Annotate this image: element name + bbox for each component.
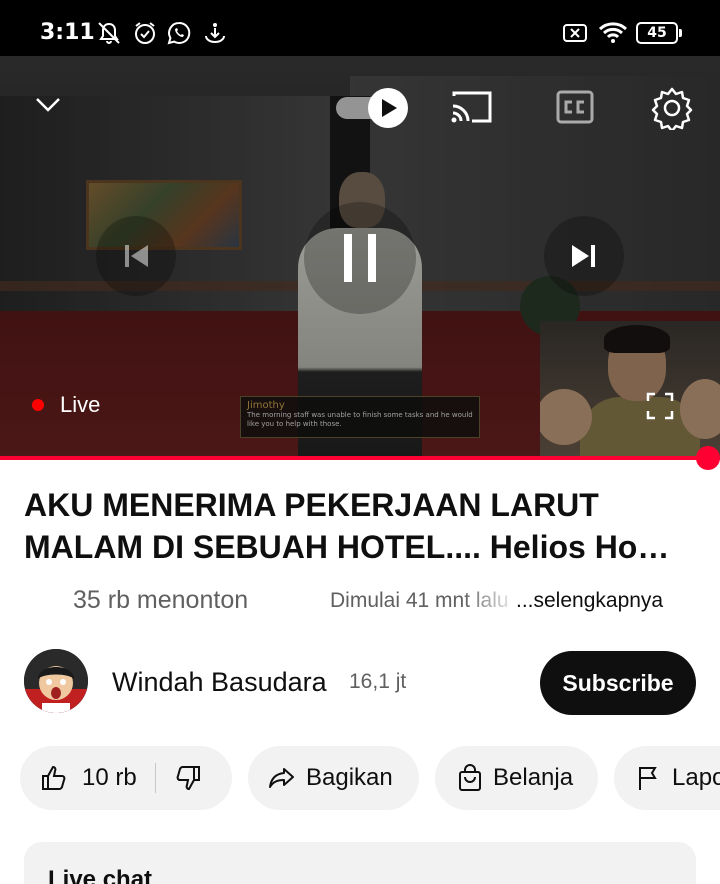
report-button[interactable]: Laporkan <box>614 746 720 810</box>
settings-icon[interactable] <box>650 86 694 130</box>
report-label: Laporkan <box>672 764 720 791</box>
battery-icon: 45 <box>636 22 682 44</box>
pause-button[interactable] <box>304 202 416 314</box>
avatar-image <box>24 649 88 713</box>
fullscreen-icon[interactable] <box>646 392 674 420</box>
like-dislike-chip: 10 rb <box>20 746 232 810</box>
notifications-muted-icon <box>98 22 120 44</box>
chip-divider <box>154 763 156 793</box>
channel-avatar[interactable] <box>24 649 88 713</box>
share-label: Bagikan <box>306 764 393 791</box>
live-chat-label: Live chat <box>48 866 153 884</box>
channel-name[interactable]: Windah Basudara <box>112 667 327 698</box>
thumbs-up-icon <box>42 765 66 790</box>
video-player[interactable]: Jimothy The morning staff was unable to … <box>0 56 720 460</box>
play-icon <box>382 99 397 117</box>
cast-icon[interactable] <box>450 88 494 126</box>
no-sim-icon <box>563 24 587 42</box>
live-label: Live <box>60 392 101 417</box>
live-chat-panel[interactable]: Live chat <box>24 842 696 884</box>
next-icon <box>572 245 595 267</box>
pause-icon <box>344 234 376 282</box>
shop-button[interactable]: Belanja <box>435 746 598 810</box>
progress-scrubber[interactable] <box>695 446 720 470</box>
start-time: Dimulai 41 mnt lalu <box>330 589 509 612</box>
previous-icon <box>125 245 148 267</box>
download-icon <box>205 23 225 43</box>
captions-icon[interactable] <box>556 90 594 124</box>
subscribe-button[interactable]: Subscribe <box>540 651 696 715</box>
whatsapp-icon <box>167 21 191 45</box>
alarm-icon <box>135 22 155 44</box>
next-button[interactable] <box>544 216 624 296</box>
live-progress-bar[interactable] <box>0 456 708 460</box>
status-time: 3:11 <box>40 20 95 45</box>
video-title[interactable]: AKU MENERIMA PEKERJAAN LARUT MALAM DI SE… <box>24 484 704 568</box>
autoplay-toggle[interactable] <box>336 88 410 128</box>
shopping-bag-icon <box>459 764 481 791</box>
share-icon <box>269 768 294 788</box>
like-button[interactable]: 10 rb <box>40 764 137 792</box>
like-count: 10 rb <box>82 764 137 791</box>
live-dot <box>32 399 44 411</box>
wifi-icon <box>598 22 628 43</box>
flag-icon <box>639 767 657 790</box>
chevron-down-icon[interactable] <box>34 90 62 118</box>
live-indicator[interactable]: Live <box>32 392 100 418</box>
show-more-link[interactable]: ...selengkapnya <box>516 589 663 613</box>
subscriber-count: 16,1 jt <box>349 670 407 693</box>
shop-label: Belanja <box>493 764 574 791</box>
status-bar: 3:11 45 <box>0 0 720 56</box>
thumbs-down-icon[interactable] <box>174 764 202 792</box>
viewer-count: 35 rb menonton <box>73 586 249 614</box>
previous-button[interactable] <box>96 216 176 296</box>
share-button[interactable]: Bagikan <box>248 746 419 810</box>
